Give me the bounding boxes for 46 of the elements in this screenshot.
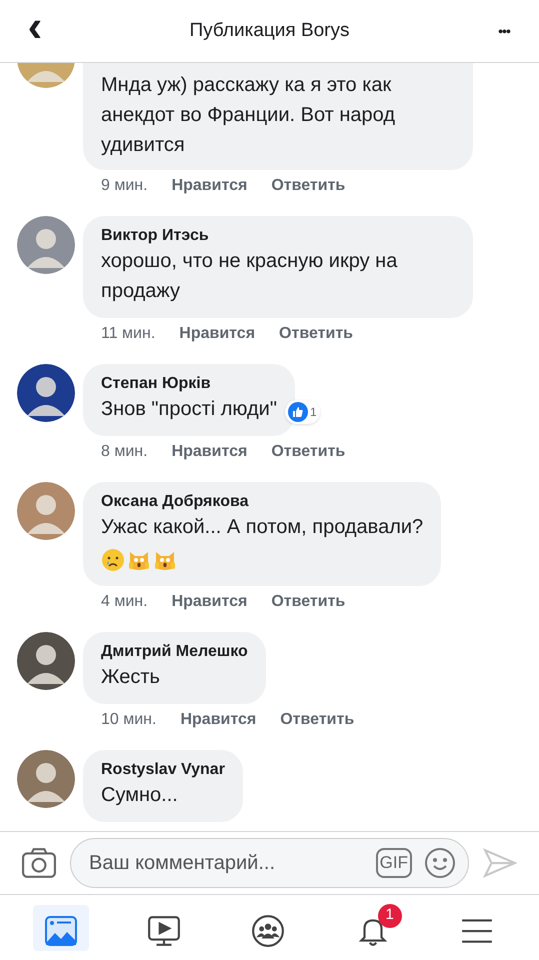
comment-input[interactable]: Ваш комментарий... GIF xyxy=(70,838,469,888)
commenter-name[interactable]: Rostyslav Vynar xyxy=(101,760,225,780)
crying-face-icon xyxy=(101,548,125,572)
comment-time: 11 мин. xyxy=(101,324,156,344)
like-link[interactable]: Нравится xyxy=(172,176,248,196)
tab-bar-item[interactable] xyxy=(33,904,90,950)
comment-placeholder: Ваш комментарий... xyxy=(89,851,276,876)
like-link[interactable]: Нравится xyxy=(172,592,248,612)
reply-link[interactable]: Ответить xyxy=(279,324,353,344)
gif-button[interactable]: GIF xyxy=(376,848,412,878)
reply-link[interactable]: Ответить xyxy=(271,442,346,462)
comment-time: 10 мин. xyxy=(101,710,156,730)
thumbs-up-icon xyxy=(288,402,308,422)
video-icon xyxy=(147,914,182,948)
comment-text: хорошо, что не красную икру на продажу xyxy=(101,249,398,304)
commenter-name[interactable]: Степан Юрків xyxy=(101,374,277,394)
comment-time: 8 мин. xyxy=(101,442,148,462)
avatar[interactable] xyxy=(17,632,75,690)
reply-link[interactable]: Ответить xyxy=(280,710,354,730)
reply-link[interactable]: Ответить xyxy=(271,176,346,196)
comment-text: Знов "прості люди" xyxy=(101,397,277,422)
smiley-icon[interactable] xyxy=(424,847,456,879)
like-count-badge[interactable]: 1 xyxy=(284,400,320,424)
reply-link[interactable]: Ответить xyxy=(271,592,346,612)
commenter-name[interactable]: Оксана Добрякова xyxy=(101,492,424,512)
camera-icon[interactable] xyxy=(22,848,56,878)
comment-text: Сумно... xyxy=(101,783,179,808)
more-button[interactable]: ••• xyxy=(489,20,519,42)
like-link[interactable]: Нравится xyxy=(180,710,256,730)
notification-badge: 1 xyxy=(378,904,402,928)
page-title: Публикация Borys xyxy=(189,18,350,43)
back-button[interactable]: ‹ xyxy=(20,5,50,49)
like-count: 1 xyxy=(310,404,317,421)
comment-time: 9 мин. xyxy=(101,176,148,196)
like-link[interactable]: Нравится xyxy=(172,442,248,462)
groups-icon xyxy=(251,914,286,948)
avatar[interactable] xyxy=(17,364,75,422)
commenter-name[interactable]: Дмитрий Мелешко xyxy=(101,642,248,662)
comment-time: 4 мин. xyxy=(101,592,148,612)
news-feed-icon xyxy=(45,914,78,946)
avatar[interactable] xyxy=(17,750,75,808)
comment-text: Ужас какой... А потом, продавали? xyxy=(101,515,424,540)
like-link[interactable]: Нравится xyxy=(179,324,256,344)
comment-text: Мнда уж) расскажу ка я это как анекдот во Франции. Вот народ удивится xyxy=(101,73,396,158)
comment-text: Жесть xyxy=(101,665,161,690)
commenter-name[interactable]: Виктор Итэсь xyxy=(101,226,455,246)
